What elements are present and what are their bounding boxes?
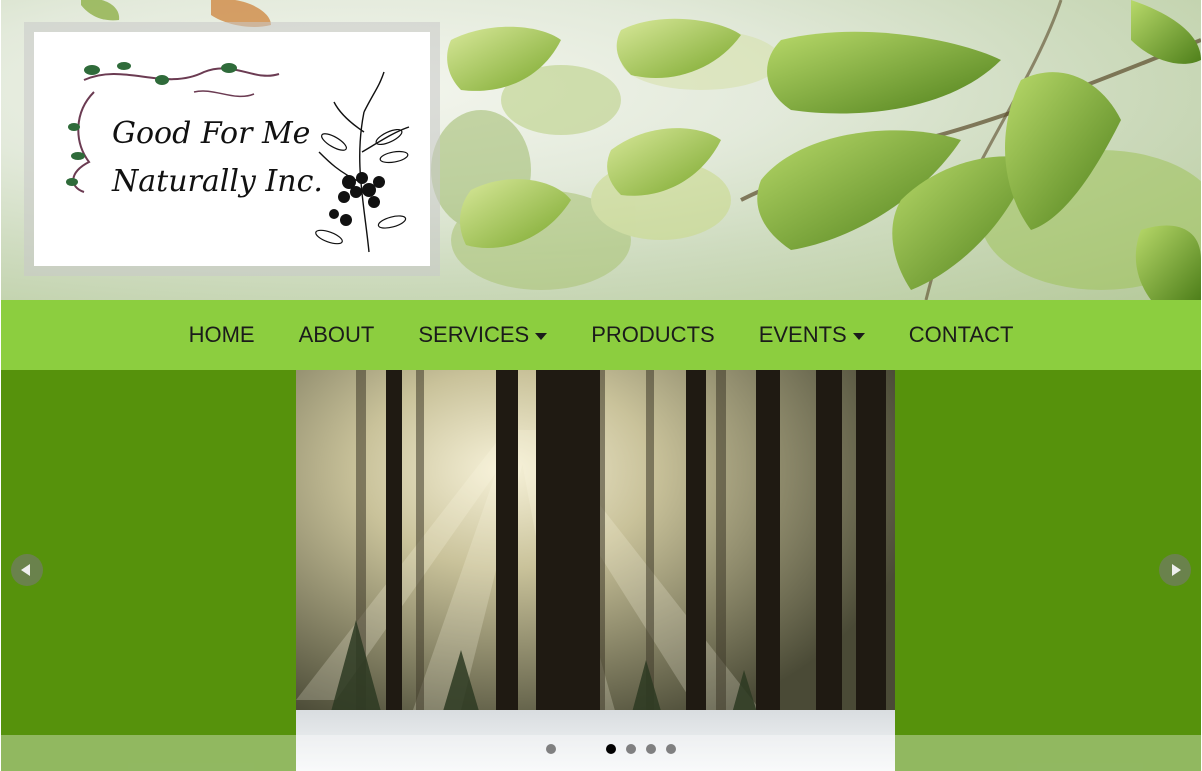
chevron-right-icon (1172, 564, 1181, 576)
site-logo[interactable]: Good For Me Naturally Inc. (34, 32, 430, 266)
chevron-left-icon (21, 564, 30, 576)
nav-item-services[interactable]: SERVICES (418, 322, 548, 348)
slider-next-button[interactable] (1159, 554, 1191, 586)
nav-item-contact[interactable]: CONTACT (909, 322, 1014, 348)
nav-item-about[interactable]: ABOUT (299, 322, 375, 348)
slider-pagination (546, 744, 676, 754)
slider-dot-active[interactable] (606, 744, 616, 754)
slide-image (296, 370, 895, 771)
nav-label: EVENTS (758, 322, 847, 347)
nav-label: CONTACT (908, 322, 1014, 347)
slider-dot[interactable] (666, 744, 676, 754)
nav-label: HOME (188, 322, 255, 347)
slider-dot[interactable] (546, 744, 556, 754)
image-slider (1, 370, 1201, 771)
nav-label: SERVICES (418, 322, 530, 347)
caret-down-icon (852, 332, 865, 340)
nav-label: ABOUT (298, 322, 375, 347)
slider-dot[interactable] (626, 744, 636, 754)
main-nav: HOME ABOUT SERVICES PRODUCTS EVENTS CONT… (1, 300, 1201, 370)
caret-down-icon (535, 332, 548, 340)
slider-prev-button[interactable] (11, 554, 43, 586)
site-header: Good For Me Naturally Inc. (1, 0, 1201, 300)
nav-item-events[interactable]: EVENTS (759, 322, 865, 348)
slider-dot[interactable] (586, 744, 596, 754)
forest-sunbeams-icon (296, 370, 895, 771)
logo-text-line2: Naturally Inc. (112, 164, 323, 199)
slider-dot[interactable] (566, 744, 576, 754)
logo-text-line1: Good For Me (112, 116, 311, 151)
nav-item-home[interactable]: HOME (189, 322, 255, 348)
slider-dot[interactable] (646, 744, 656, 754)
nav-label: PRODUCTS (591, 322, 715, 347)
nav-item-products[interactable]: PRODUCTS (591, 322, 714, 348)
